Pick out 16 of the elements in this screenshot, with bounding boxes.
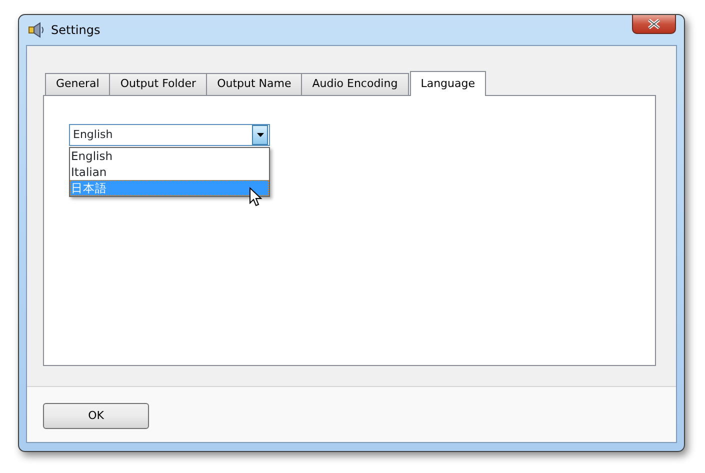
close-button[interactable] — [632, 15, 676, 34]
tab[interactable]: Output Folder — [109, 73, 208, 95]
dropdown-option[interactable]: English — [70, 148, 269, 164]
tab[interactable]: Language — [410, 71, 486, 96]
tab[interactable]: Output Name — [206, 73, 302, 95]
caret-icon — [256, 133, 264, 137]
selected-value: English — [72, 126, 114, 143]
language-dropdown[interactable]: English — [69, 124, 270, 146]
speaker-icon — [28, 22, 46, 38]
dropdown-option[interactable]: Italian — [70, 164, 269, 180]
tab[interactable]: Audio Encoding — [301, 73, 409, 95]
close-icon — [647, 19, 661, 29]
ok-button[interactable]: OK — [43, 403, 149, 429]
tab[interactable]: General — [45, 73, 110, 95]
dropdown-button[interactable] — [252, 125, 268, 145]
window-title: Settings — [51, 22, 100, 39]
